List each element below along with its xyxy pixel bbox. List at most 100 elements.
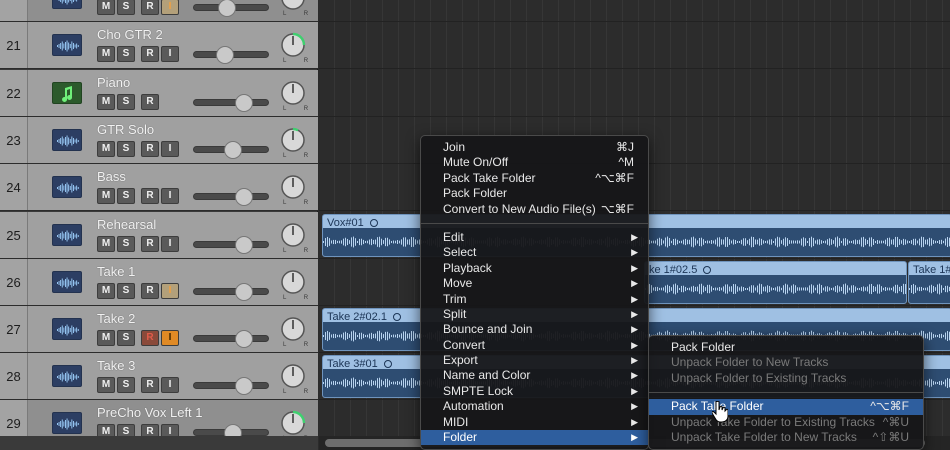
solo-button[interactable]: S xyxy=(117,330,135,346)
mute-button[interactable]: M xyxy=(97,141,115,157)
menu-item-mute-on-off[interactable]: Mute On/Off ^M xyxy=(421,155,648,170)
pan-knob[interactable] xyxy=(280,127,306,153)
record-enable-button[interactable]: R xyxy=(141,141,159,157)
pan-knob[interactable] xyxy=(280,0,306,11)
pan-knob[interactable] xyxy=(280,32,306,58)
mute-button[interactable]: M xyxy=(97,377,115,393)
volume-fader[interactable] xyxy=(193,330,269,348)
menu-item-pack-take-folder[interactable]: Pack Take Folder ^⌥⌘F xyxy=(649,399,923,415)
menu-item-pack-take-folder[interactable]: Pack Take Folder ^⌥⌘F xyxy=(421,171,648,186)
track-name[interactable]: Rehearsal xyxy=(97,217,156,232)
menu-item-midi[interactable]: MIDI ▶ xyxy=(421,415,648,430)
record-enable-button[interactable]: R xyxy=(141,0,159,15)
mute-button[interactable]: M xyxy=(97,0,115,15)
track-header[interactable]: 25 Rehearsal M S R I L R xyxy=(0,212,318,259)
solo-button[interactable]: S xyxy=(117,377,135,393)
menu-item-name-and-color[interactable]: Name and Color ▶ xyxy=(421,368,648,383)
track-header[interactable]: 23 GTR Solo M S R I L R xyxy=(0,117,318,164)
menu-item-split[interactable]: Split ▶ xyxy=(421,307,648,322)
pan-knob[interactable] xyxy=(280,269,306,295)
pan-knob[interactable] xyxy=(280,363,306,389)
fader-knob[interactable] xyxy=(234,188,253,206)
track-header[interactable]: 24 Bass M S R I L R xyxy=(0,164,318,211)
track-header[interactable]: 21 Cho GTR 2 MSRI L R xyxy=(0,22,318,69)
volume-fader[interactable] xyxy=(193,424,269,442)
track-name[interactable]: Cho GTR 2 xyxy=(97,27,163,42)
track-header[interactable]: 22 Piano M S R L R xyxy=(0,70,318,117)
input-monitor-button[interactable]: I xyxy=(161,330,179,346)
menu-item-select[interactable]: Select ▶ xyxy=(421,245,648,260)
record-enable-button[interactable]: R xyxy=(141,377,159,393)
solo-button[interactable]: S xyxy=(117,141,135,157)
fader-knob[interactable] xyxy=(234,330,253,348)
input-monitor-button[interactable]: I xyxy=(161,283,179,299)
pan-knob[interactable] xyxy=(280,80,306,106)
solo-button[interactable]: S xyxy=(117,94,135,110)
track-name[interactable]: Take 1 xyxy=(97,264,135,279)
menu-item-smpte-lock[interactable]: SMPTE Lock ▶ xyxy=(421,384,648,399)
solo-button[interactable]: S xyxy=(117,283,135,299)
menu-item-pack-folder[interactable]: Pack Folder xyxy=(649,340,923,355)
volume-fader[interactable] xyxy=(193,0,269,17)
solo-button[interactable]: S xyxy=(117,188,135,204)
record-enable-button[interactable]: R xyxy=(141,46,159,62)
input-monitor-button[interactable]: I xyxy=(161,46,179,62)
volume-fader[interactable] xyxy=(193,141,269,159)
menu-item-trim[interactable]: Trim ▶ xyxy=(421,292,648,307)
record-enable-button[interactable]: R xyxy=(141,236,159,252)
input-monitor-button[interactable]: I xyxy=(161,236,179,252)
track-name[interactable]: Take 2 xyxy=(97,311,135,326)
menu-item-folder[interactable]: Folder ▶ xyxy=(421,430,648,446)
solo-button[interactable]: S xyxy=(117,0,135,15)
fader-knob[interactable] xyxy=(224,141,243,159)
menu-item-bounce-and-join[interactable]: Bounce and Join ▶ xyxy=(421,322,648,337)
pan-knob[interactable] xyxy=(280,174,306,200)
fader-knob[interactable] xyxy=(218,0,237,17)
mute-button[interactable]: M xyxy=(97,236,115,252)
fader-knob[interactable] xyxy=(234,236,253,254)
track-header[interactable]: 28 Take 3 MSRI L R xyxy=(0,353,318,400)
menu-item-pack-folder[interactable]: Pack Folder xyxy=(421,186,648,201)
mute-button[interactable]: M xyxy=(97,46,115,62)
input-monitor-button[interactable]: I xyxy=(161,141,179,157)
mute-button[interactable]: M xyxy=(97,330,115,346)
track-header[interactable]: MSRI L R xyxy=(0,0,318,22)
menu-item-edit[interactable]: Edit ▶ xyxy=(421,230,648,245)
fader-knob[interactable] xyxy=(216,46,235,64)
pan-knob[interactable] xyxy=(280,222,306,248)
volume-fader[interactable] xyxy=(193,188,269,206)
audio-region[interactable]: ke 1#02.5 xyxy=(644,261,907,304)
fader-knob[interactable] xyxy=(234,283,253,301)
volume-fader[interactable] xyxy=(193,46,269,64)
menu-item-playback[interactable]: Playback ▶ xyxy=(421,261,648,276)
fader-knob[interactable] xyxy=(234,94,253,112)
volume-fader[interactable] xyxy=(193,94,269,112)
mute-button[interactable]: M xyxy=(97,188,115,204)
input-monitor-button[interactable]: I xyxy=(161,188,179,204)
menu-item-convert[interactable]: Convert ▶ xyxy=(421,338,648,353)
record-enable-button[interactable]: R xyxy=(141,330,159,346)
mute-button[interactable]: M xyxy=(97,94,115,110)
mute-button[interactable]: M xyxy=(97,283,115,299)
track-name[interactable]: Take 3 xyxy=(97,358,135,373)
menu-item-convert-to-new-audio-file-s[interactable]: Convert to New Audio File(s) ⌥⌘F xyxy=(421,202,648,217)
record-enable-button[interactable]: R xyxy=(141,188,159,204)
record-enable-button[interactable]: R xyxy=(141,283,159,299)
input-monitor-button[interactable]: I xyxy=(161,377,179,393)
track-header[interactable]: 27 Take 2 MSRI L R xyxy=(0,306,318,353)
pan-knob[interactable] xyxy=(280,316,306,342)
menu-item-export[interactable]: Export ▶ xyxy=(421,353,648,368)
solo-button[interactable]: S xyxy=(117,46,135,62)
track-header[interactable]: 26 Take 1 MSRI L R xyxy=(0,259,318,306)
menu-item-automation[interactable]: Automation ▶ xyxy=(421,399,648,414)
volume-fader[interactable] xyxy=(193,377,269,395)
track-name[interactable]: Bass xyxy=(97,169,126,184)
volume-fader[interactable] xyxy=(193,236,269,254)
volume-fader[interactable] xyxy=(193,283,269,301)
track-name[interactable]: PreCho Vox Left 1 xyxy=(97,405,203,420)
menu-item-join[interactable]: Join ⌘J xyxy=(421,140,648,155)
audio-region[interactable]: Take 1# xyxy=(908,261,950,304)
pan-knob[interactable] xyxy=(280,410,306,436)
track-name[interactable]: Piano xyxy=(97,75,130,90)
menu-item-move[interactable]: Move ▶ xyxy=(421,276,648,291)
